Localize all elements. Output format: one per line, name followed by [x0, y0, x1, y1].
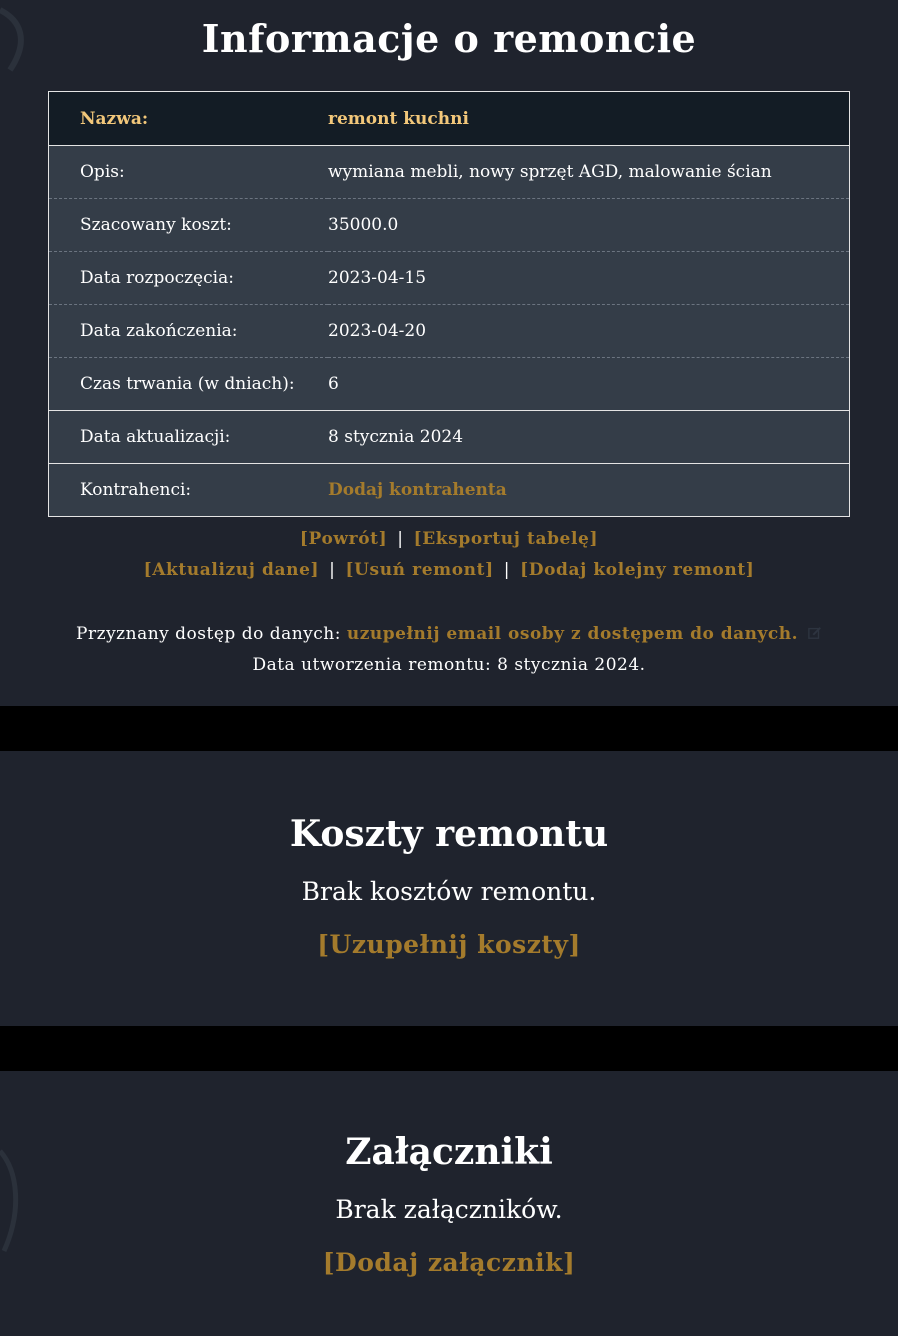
- row-value-start-date: 2023-04-15: [328, 251, 849, 305]
- actions-line-1: [Powrót] | [Eksportuj tabelę]: [0, 524, 898, 555]
- table-row-contractors: Kontrahenci: Dodaj kontrahenta: [49, 463, 849, 516]
- attachments-empty-text: Brak załączników.: [335, 1195, 563, 1224]
- export-table-link[interactable]: [Eksportuj tabelę]: [414, 529, 599, 549]
- row-value-name: remont kuchni: [328, 92, 849, 146]
- separator: |: [329, 560, 336, 580]
- access-label: Przyznany dostęp do danych:: [76, 624, 341, 644]
- attachments-panel: Załączniki Brak załączników. [Dodaj załą…: [0, 1071, 898, 1336]
- access-email-link[interactable]: uzupełnij email osoby z dostępem do dany…: [347, 624, 798, 644]
- add-contractor-link[interactable]: Dodaj kontrahenta: [328, 480, 507, 500]
- row-value-contractors: Dodaj kontrahenta: [328, 463, 849, 516]
- update-data-link[interactable]: [Aktualizuj dane]: [144, 560, 320, 580]
- created-date-text: Data utworzenia remontu: 8 stycznia 2024…: [252, 655, 646, 675]
- table-row-end-date: Data zakończenia: 2023-04-20: [49, 304, 849, 358]
- add-attachment-link[interactable]: [Dodaj załącznik]: [323, 1246, 576, 1280]
- back-link[interactable]: [Powrót]: [300, 529, 387, 549]
- row-value-duration: 6: [328, 357, 849, 411]
- row-label-estimated-cost: Szacowany koszt:: [49, 198, 328, 252]
- attachments-title: Załączniki: [345, 1131, 553, 1173]
- costs-panel: Koszty remontu Brak kosztów remontu. [Uz…: [0, 751, 898, 1026]
- renovation-info-table: Nazwa: remont kuchni Opis: wymiana mebli…: [48, 91, 850, 517]
- costs-empty-text: Brak kosztów remontu.: [301, 877, 597, 906]
- table-row-estimated-cost: Szacowany koszt: 35000.0: [49, 198, 849, 252]
- table-row-start-date: Data rozpoczęcia: 2023-04-15: [49, 251, 849, 305]
- add-another-renovation-link[interactable]: [Dodaj kolejny remont]: [520, 560, 754, 580]
- renovation-info-panel: Informacje o remoncie Nazwa: remont kuch…: [0, 0, 898, 706]
- page-title: Informacje o remoncie: [201, 16, 697, 61]
- row-label-start-date: Data rozpoczęcia:: [49, 251, 328, 305]
- row-label-contractors: Kontrahenci:: [49, 463, 328, 516]
- costs-title: Koszty remontu: [289, 813, 609, 855]
- row-label-end-date: Data zakończenia:: [49, 304, 328, 358]
- access-info: Przyznany dostęp do danych: uzupełnij em…: [0, 619, 898, 681]
- row-label-updated: Data aktualizacji:: [49, 410, 328, 464]
- row-label-name: Nazwa:: [49, 92, 328, 146]
- row-value-end-date: 2023-04-20: [328, 304, 849, 358]
- actions-line-2: [Aktualizuj dane] | [Usuń remont] | [Dod…: [0, 555, 898, 586]
- separator: |: [503, 560, 511, 580]
- table-row-name: Nazwa: remont kuchni: [49, 92, 849, 146]
- table-row-description: Opis: wymiana mebli, nowy sprzęt AGD, ma…: [49, 145, 849, 199]
- fill-costs-link[interactable]: [Uzupełnij koszty]: [317, 928, 581, 962]
- edit-icon[interactable]: [808, 626, 822, 640]
- delete-renovation-link[interactable]: [Usuń remont]: [345, 560, 493, 580]
- row-label-duration: Czas trwania (w dniach):: [49, 357, 328, 411]
- row-label-description: Opis:: [49, 145, 328, 199]
- separator: |: [397, 529, 404, 549]
- row-value-updated: 8 stycznia 2024: [328, 410, 849, 464]
- table-row-updated: Data aktualizacji: 8 stycznia 2024: [49, 410, 849, 464]
- access-line: Przyznany dostęp do danych: uzupełnij em…: [0, 619, 898, 650]
- section-divider: [0, 1026, 898, 1071]
- row-value-description: wymiana mebli, nowy sprzęt AGD, malowani…: [328, 145, 849, 199]
- table-row-duration: Czas trwania (w dniach): 6: [49, 357, 849, 411]
- section-divider: [0, 706, 898, 751]
- row-value-estimated-cost: 35000.0: [328, 198, 849, 252]
- actions-bar: [Powrót] | [Eksportuj tabelę] [Aktualizu…: [0, 524, 898, 586]
